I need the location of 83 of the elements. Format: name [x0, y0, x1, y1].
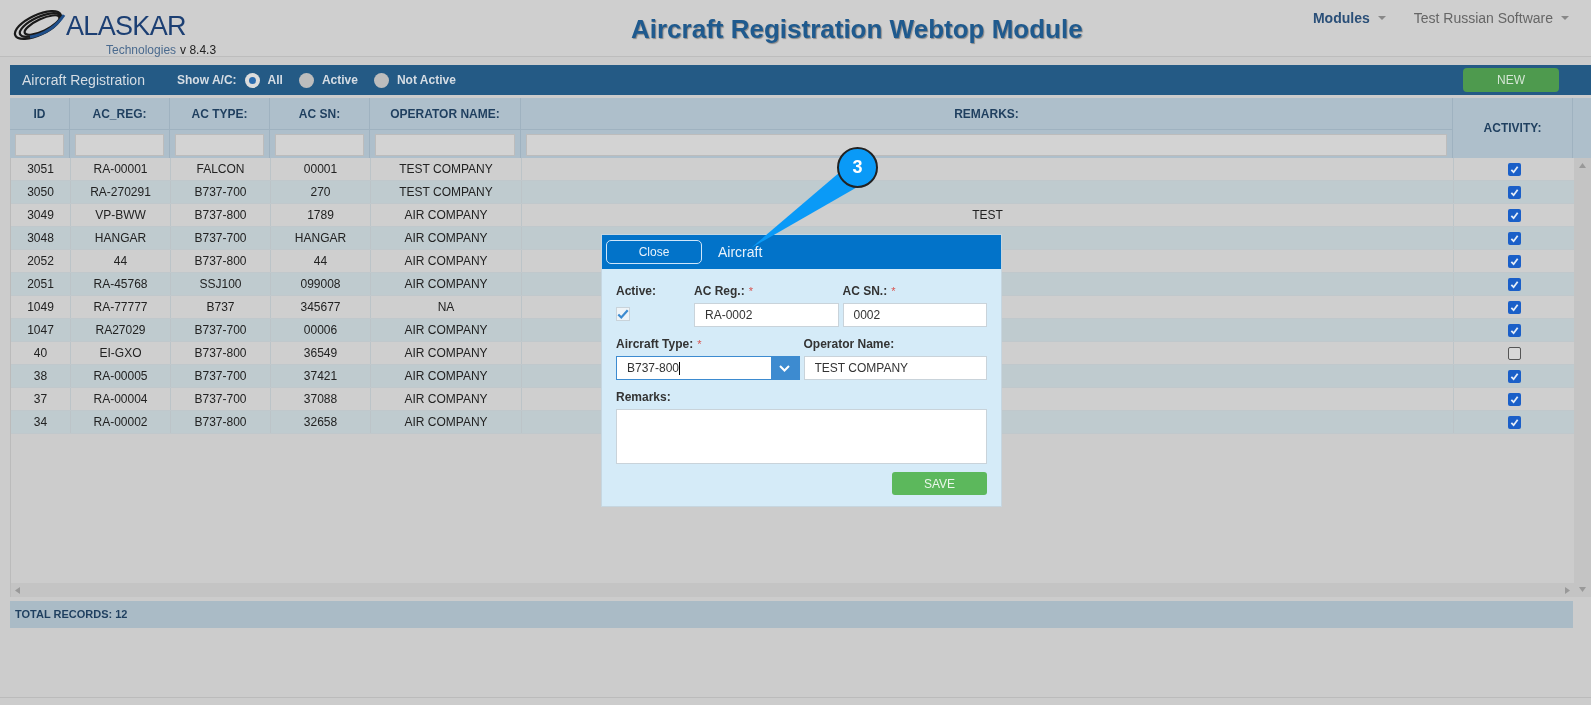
total-records: TOTAL RECORDS: 12: [15, 607, 128, 623]
required-mark: *: [891, 284, 896, 299]
dialog-title: Aircraft: [718, 242, 763, 262]
table-cell: B737-700: [171, 388, 271, 410]
table-cell: 099008: [271, 273, 371, 295]
table-cell: 37: [11, 388, 71, 410]
table-cell: B737-700: [171, 181, 271, 203]
table-cell: 44: [271, 250, 371, 272]
table-cell: RA-00001: [71, 158, 171, 180]
table-cell: 36549: [271, 342, 371, 364]
version-label: v 8.4.3: [180, 42, 217, 59]
table-cell: SSJ100: [171, 273, 271, 295]
table-cell: 40: [11, 342, 71, 364]
table-cell: 37421: [271, 365, 371, 387]
table-cell: AIR COMPANY: [371, 319, 522, 341]
table-cell: 1789: [271, 204, 371, 226]
table-cell: B737-800: [171, 204, 271, 226]
column-header: AC SN:: [270, 98, 370, 129]
field-label: Active:: [616, 283, 656, 300]
table-cell: AIR COMPANY: [371, 411, 522, 433]
table-cell: TEST COMPANY: [371, 158, 522, 180]
table-cell: 38: [11, 365, 71, 387]
field-label: Operator Name:: [803, 336, 895, 353]
table-cell: AIR COMPANY: [371, 227, 522, 249]
column-header: AC TYPE:: [170, 98, 270, 129]
table-cell: B737-700: [171, 365, 271, 387]
table-cell: AIR COMPANY: [371, 250, 522, 272]
table-cell: B737-800: [171, 250, 271, 272]
table-cell: 270: [271, 181, 371, 203]
toolbar-title: Aircraft Registration: [22, 70, 146, 90]
table-cell: RA-00005: [71, 365, 171, 387]
page-title: Aircraft Registration Webtop Module: [631, 13, 1083, 46]
table-cell: 3051: [11, 158, 71, 180]
table-cell: RA-77777: [71, 296, 171, 318]
table-cell: 1047: [11, 319, 71, 341]
table-cell: FALCON: [171, 158, 271, 180]
table-cell: B737-800: [171, 342, 271, 364]
filter-label: Show A/C:: [177, 72, 237, 89]
table-cell: RA-00004: [71, 388, 171, 410]
table-cell: B737: [171, 296, 271, 318]
table-cell: RA27029: [71, 319, 171, 341]
table-cell: 32658: [271, 411, 371, 433]
table-cell: 00006: [271, 319, 371, 341]
logo-subtitle: Technologies: [106, 42, 177, 59]
field-label: AC SN.:: [842, 283, 888, 300]
table-cell: EI-GXO: [71, 342, 171, 364]
table-cell: 3048: [11, 227, 71, 249]
table-cell: VP-BWW: [71, 204, 171, 226]
column-header: ID: [10, 98, 70, 129]
table-cell: 1049: [11, 296, 71, 318]
table-cell: 3049: [11, 204, 71, 226]
table-cell: 2052: [11, 250, 71, 272]
table-cell: AIR COMPANY: [371, 342, 522, 364]
table-cell: RA-00002: [71, 411, 171, 433]
table-cell: HANGAR: [71, 227, 171, 249]
table-cell: AIR COMPANY: [371, 204, 522, 226]
table-cell: RA-45768: [71, 273, 171, 295]
field-label: Aircraft Type:: [616, 336, 694, 353]
logo-text: ALASKAR: [66, 11, 187, 41]
table-cell: 34: [11, 411, 71, 433]
required-mark: *: [697, 337, 702, 352]
table-cell: 37088: [271, 388, 371, 410]
table-cell: 345677: [271, 296, 371, 318]
column-header: OPERATOR NAME:: [370, 98, 521, 129]
required-mark: *: [748, 284, 753, 299]
field-label: AC Reg.:: [694, 283, 745, 300]
table-cell: 3050: [11, 181, 71, 203]
table-cell: TEST COMPANY: [371, 181, 522, 203]
table-cell: 00001: [271, 158, 371, 180]
field-label: Remarks:: [616, 389, 671, 406]
table-cell: 2051: [11, 273, 71, 295]
table-cell: AIR COMPANY: [371, 273, 522, 295]
column-header: AC_REG:: [70, 98, 170, 129]
table-cell: AIR COMPANY: [371, 365, 522, 387]
table-cell: NA: [371, 296, 522, 318]
table-cell: B737-800: [171, 411, 271, 433]
table-cell: B737-700: [171, 227, 271, 249]
table-cell: AIR COMPANY: [371, 388, 522, 410]
table-cell: RA-270291: [71, 181, 171, 203]
table-cell: 44: [71, 250, 171, 272]
table-cell: HANGAR: [271, 227, 371, 249]
table-cell: B737-700: [171, 319, 271, 341]
column-header: REMARKS:: [521, 98, 1453, 129]
